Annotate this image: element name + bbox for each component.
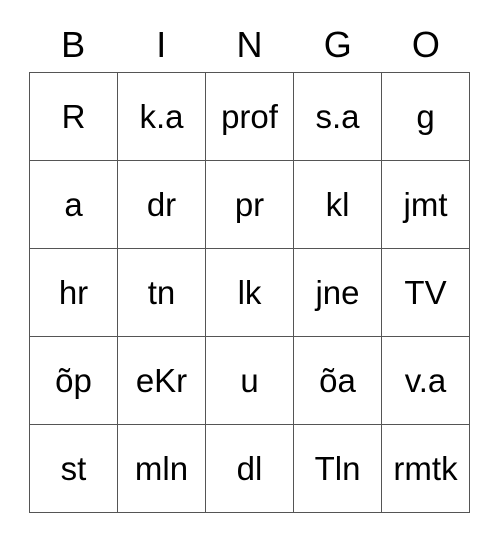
bingo-row: hr tn lk jne TV (30, 249, 470, 337)
bingo-cell[interactable]: k.a (118, 73, 206, 161)
bingo-cell[interactable]: s.a (294, 73, 382, 161)
bingo-cell[interactable]: TV (382, 249, 470, 337)
bingo-cell[interactable]: kl (294, 161, 382, 249)
bingo-cell[interactable]: g (382, 73, 470, 161)
bingo-row: a dr pr kl jmt (30, 161, 470, 249)
bingo-card: B I N G O R k.a prof s.a g a dr pr kl jm… (29, 18, 470, 513)
bingo-row: õp eKr u õa v.a (30, 337, 470, 425)
bingo-cell[interactable]: prof (206, 73, 294, 161)
bingo-cell[interactable]: õp (30, 337, 118, 425)
bingo-cell[interactable]: a (30, 161, 118, 249)
bingo-cell[interactable]: eKr (118, 337, 206, 425)
bingo-header-row: B I N G O (29, 18, 470, 72)
bingo-grid: R k.a prof s.a g a dr pr kl jmt hr tn lk… (29, 72, 470, 513)
bingo-cell[interactable]: lk (206, 249, 294, 337)
bingo-cell[interactable]: st (30, 425, 118, 513)
bingo-header-letter-g: G (323, 24, 352, 65)
bingo-cell[interactable]: mln (118, 425, 206, 513)
bingo-cell[interactable]: pr (206, 161, 294, 249)
bingo-cell[interactable]: hr (30, 249, 118, 337)
bingo-header-letter-b: B (61, 24, 86, 65)
bingo-header-letter-o: O (411, 24, 440, 65)
bingo-cell[interactable]: õa (294, 337, 382, 425)
bingo-cell[interactable]: R (30, 73, 118, 161)
bingo-cell[interactable]: Tln (294, 425, 382, 513)
bingo-cell[interactable]: dl (206, 425, 294, 513)
bingo-header-letter-n: N (236, 24, 263, 65)
bingo-cell[interactable]: jne (294, 249, 382, 337)
bingo-row: st mln dl Tln rmtk (30, 425, 470, 513)
bingo-cell[interactable]: dr (118, 161, 206, 249)
bingo-cell[interactable]: u (206, 337, 294, 425)
bingo-cell[interactable]: rmtk (382, 425, 470, 513)
bingo-row: R k.a prof s.a g (30, 73, 470, 161)
bingo-cell[interactable]: tn (118, 249, 206, 337)
bingo-header-letter-i: I (156, 24, 167, 65)
bingo-cell[interactable]: jmt (382, 161, 470, 249)
bingo-cell[interactable]: v.a (382, 337, 470, 425)
